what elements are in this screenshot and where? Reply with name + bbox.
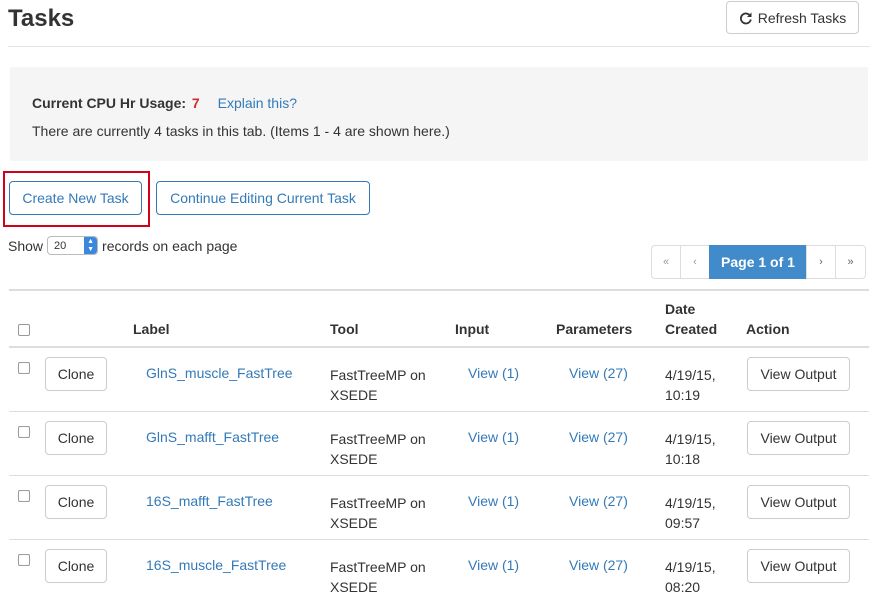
create-new-task-button[interactable]: Create New Task xyxy=(9,181,142,215)
cpu-usage-line: Current CPU Hr Usage: 7 Explain this? xyxy=(32,95,297,111)
tool-name: FastTreeMP on xyxy=(330,559,426,575)
explain-link[interactable]: Explain this? xyxy=(218,95,297,111)
header-parameters: Parameters xyxy=(556,321,633,337)
task-label-link[interactable]: 16S_mafft_FastTree xyxy=(146,493,273,509)
parameters-view-link[interactable]: View (27) xyxy=(569,493,628,509)
header-action: Action xyxy=(746,321,790,337)
row-checkbox[interactable] xyxy=(18,362,30,374)
tool-name: FastTreeMP on xyxy=(330,431,426,447)
cpu-usage-label: Current CPU Hr Usage: xyxy=(32,95,187,111)
records-suffix: records on each page xyxy=(102,237,238,254)
table-row: Clone GlnS_muscle_FastTree FastTreeMP on… xyxy=(9,348,869,412)
info-panel: Current CPU Hr Usage: 7 Explain this? Th… xyxy=(10,67,868,161)
input-view-link[interactable]: View (1) xyxy=(468,493,519,509)
view-output-button[interactable]: View Output xyxy=(747,549,850,583)
row-checkbox[interactable] xyxy=(18,426,30,438)
header-date-line2: Created xyxy=(665,321,718,337)
select-arrows-icon: ▲ ▼ xyxy=(84,237,98,254)
date-time: 09:57 xyxy=(665,515,701,531)
tool-cell: FastTreeMP on XSEDE xyxy=(330,429,440,469)
tool-name: FastTreeMP on xyxy=(330,495,426,511)
header-input: Input xyxy=(455,321,490,337)
task-count-text: There are currently 4 tasks in this tab.… xyxy=(32,123,450,139)
select-all-checkbox[interactable] xyxy=(18,324,30,336)
view-output-button[interactable]: View Output xyxy=(747,357,850,391)
records-per-page-select[interactable]: 20 ▲ ▼ xyxy=(47,236,99,255)
input-view-link[interactable]: View (1) xyxy=(468,557,519,573)
clone-button[interactable]: Clone xyxy=(45,421,107,455)
date-cell: 4/19/15, 08:20 xyxy=(665,557,735,597)
row-checkbox[interactable] xyxy=(18,554,30,566)
task-label-link[interactable]: GlnS_muscle_FastTree xyxy=(146,365,293,381)
first-page-button[interactable]: « xyxy=(651,245,681,279)
tool-name: FastTreeMP on xyxy=(330,367,426,383)
header-label: Label xyxy=(133,321,170,337)
header-tool: Tool xyxy=(330,321,359,337)
date-time: 10:19 xyxy=(665,387,701,403)
date-day: 4/19/15, xyxy=(665,559,716,575)
clone-button[interactable]: Clone xyxy=(45,357,107,391)
table-top-rule xyxy=(9,289,869,291)
date-day: 4/19/15, xyxy=(665,431,716,447)
date-cell: 4/19/15, 09:57 xyxy=(665,493,735,533)
show-label: Show xyxy=(8,237,44,254)
records-per-page-control: Show 20 ▲ ▼ records on each page xyxy=(8,236,237,255)
header-date-line1: Date xyxy=(665,301,696,317)
table-row: Clone GlnS_mafft_FastTree FastTreeMP on X… xyxy=(9,412,869,476)
continue-editing-button[interactable]: Continue Editing Current Task xyxy=(156,181,370,215)
refresh-tasks-label: Refresh Tasks xyxy=(757,9,847,26)
table-row: Clone 16S_mafft_FastTree FastTreeMP on XS… xyxy=(9,476,869,540)
clone-button[interactable]: Clone xyxy=(45,549,107,583)
view-output-button[interactable]: View Output xyxy=(747,421,850,455)
header-divider xyxy=(8,46,870,47)
date-cell: 4/19/15, 10:19 xyxy=(665,365,735,405)
date-day: 4/19/15, xyxy=(665,367,716,383)
records-per-page-value: 20 xyxy=(54,239,67,252)
tool-cell: FastTreeMP on XSEDE xyxy=(330,493,440,533)
row-checkbox[interactable] xyxy=(18,490,30,502)
input-view-link[interactable]: View (1) xyxy=(468,365,519,381)
tool-resource: XSEDE xyxy=(330,387,378,403)
date-time: 08:20 xyxy=(665,579,701,595)
tool-resource: XSEDE xyxy=(330,579,378,595)
parameters-view-link[interactable]: View (27) xyxy=(569,429,628,445)
task-label-link[interactable]: 16S_muscle_FastTree xyxy=(146,557,286,573)
pagination: « ‹ Page 1 of 1 › » xyxy=(651,245,866,279)
parameters-view-link[interactable]: View (27) xyxy=(569,365,628,381)
tool-cell: FastTreeMP on XSEDE xyxy=(330,365,440,405)
prev-page-button[interactable]: ‹ xyxy=(680,245,710,279)
refresh-tasks-button[interactable]: Refresh Tasks xyxy=(726,1,859,34)
table-row: Clone 16S_muscle_FastTree FastTreeMP on X… xyxy=(9,540,869,600)
last-page-button[interactable]: » xyxy=(835,245,866,279)
next-page-button[interactable]: › xyxy=(806,245,836,279)
refresh-icon xyxy=(739,11,753,25)
page-title: Tasks xyxy=(8,5,75,32)
clone-button[interactable]: Clone xyxy=(45,485,107,519)
tool-resource: XSEDE xyxy=(330,515,378,531)
input-view-link[interactable]: View (1) xyxy=(468,429,519,445)
tool-cell: FastTreeMP on XSEDE xyxy=(330,557,440,597)
current-page-indicator[interactable]: Page 1 of 1 xyxy=(709,245,807,279)
task-label-link[interactable]: GlnS_mafft_FastTree xyxy=(146,429,279,445)
cpu-usage-value: 7 xyxy=(191,95,200,111)
date-day: 4/19/15, xyxy=(665,495,716,511)
date-cell: 4/19/15, 10:18 xyxy=(665,429,735,469)
parameters-view-link[interactable]: View (27) xyxy=(569,557,628,573)
tool-resource: XSEDE xyxy=(330,451,378,467)
date-time: 10:18 xyxy=(665,451,701,467)
view-output-button[interactable]: View Output xyxy=(747,485,850,519)
